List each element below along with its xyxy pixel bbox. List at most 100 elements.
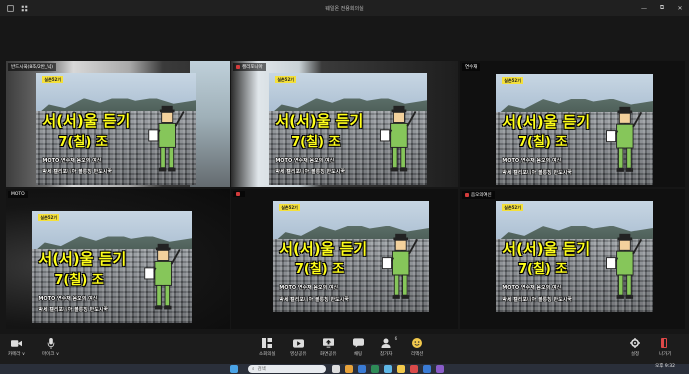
participant-tile-5[interactable]: 실촌52기 서(서)울 듣기 7(칠) 조 MOTO 연수재 음오의 여신 박세 캘리포… xyxy=(231,189,458,329)
reaction-icon xyxy=(411,337,423,349)
slide-names-line-2: 박세 캘리포니아 블롱칭 반도시꾹 xyxy=(38,307,109,314)
mic-off-icon xyxy=(465,193,469,197)
taskbar-search[interactable]: ⌕ 검색 xyxy=(248,365,326,373)
app-icon[interactable] xyxy=(410,365,418,373)
reaction-button[interactable]: 리액션 xyxy=(411,337,423,357)
leave-button[interactable]: 나가기 xyxy=(659,337,671,357)
slide-names-line-2: 박세 캘리포니아 블롱칭 반도시꾹 xyxy=(275,169,345,176)
slide-tag: 실촌52기 xyxy=(275,76,296,84)
app-icon[interactable] xyxy=(371,365,379,373)
slide-names-line-2: 박세 캘리포니아 블롱칭 반도시꾹 xyxy=(42,169,113,176)
tile-background-window xyxy=(190,61,230,187)
participants-count-badge: 6 xyxy=(394,336,398,341)
slide-subtitle: 7(칠) 조 xyxy=(58,134,108,150)
video-stage: 반드시꾹(8조/2반_닉) 실촌52기 서(서)울 듣기 7(칠) 조 MOTO 연수… xyxy=(0,16,689,334)
slide-title: 서(서)울 듣기 xyxy=(42,112,131,131)
taskbar-clock[interactable]: 오후 9:32 xyxy=(655,364,675,369)
participant-name: 반드시꾹(8조/2반_닉) xyxy=(8,63,56,71)
character-illustration xyxy=(382,233,419,299)
participant-name: 연수재 xyxy=(462,63,481,71)
character-illustration xyxy=(148,106,185,172)
app-icon[interactable] xyxy=(358,365,366,373)
slide-tag: 실촌52기 xyxy=(502,77,523,85)
shared-slide: 실촌52기서(서)울 듣기 7(칠) 조 MOTO 연수재 음오의 여신박세 캘리포… xyxy=(496,74,653,185)
settings-button[interactable]: 설정 xyxy=(629,337,641,357)
close-button[interactable]: ✕ xyxy=(671,0,689,16)
slide-tag: 실촌52기 xyxy=(502,204,523,212)
video-share-icon xyxy=(292,337,304,349)
screen-share-button[interactable]: 화면공유 xyxy=(320,337,337,357)
title-bar: 웨일온 전용회의실 — ⧉ ✕ xyxy=(0,0,689,16)
grid-icon[interactable] xyxy=(20,5,28,12)
app-icon[interactable] xyxy=(345,365,353,373)
slide-title: 서(서)울 듣기 xyxy=(279,240,368,259)
slide-names-line-2: 박세 캘리포니아 블롱칭 반도시꾹 xyxy=(502,296,572,303)
participant-tile-4[interactable]: MOTO 실촌52기서(서)울 듣기 7(칠) 조 MOTO 연수재 음오의 여신박… xyxy=(6,189,230,329)
participants-button[interactable]: 6 참가자 xyxy=(380,336,397,357)
leave-icon xyxy=(659,337,671,349)
participant-tile-2[interactable]: 캘리포니아 실촌52기서(서)울 듣기 7(칠) 조 MOTO 연수재 음오의 여신… xyxy=(231,61,458,187)
slide-tag: 실촌52기 xyxy=(38,214,59,222)
participant-name: MOTO xyxy=(8,191,28,198)
video-share-button[interactable]: 영상공유 xyxy=(290,337,307,357)
character-illustration xyxy=(379,106,417,172)
mic-off-icon xyxy=(236,192,240,196)
os-taskbar: ⌕ 검색 오후 9:32 xyxy=(0,364,689,374)
character-illustration xyxy=(605,233,643,299)
app-icon[interactable] xyxy=(436,365,444,373)
top-strip xyxy=(0,16,689,60)
slide-subtitle: 7(칠) 조 xyxy=(517,262,568,278)
slide-subtitle: 7(칠) 조 xyxy=(54,272,104,288)
app-icon[interactable] xyxy=(423,365,431,373)
chat-icon xyxy=(352,337,364,349)
shared-slide: 실촌52기서(서)울 듣기 7(칠) 조 MOTO 연수재 음오의 여신박세 캘리포… xyxy=(269,73,427,185)
maximize-button[interactable]: ⧉ xyxy=(653,0,671,16)
character-illustration xyxy=(605,106,643,172)
microphone-button[interactable]: 마이크 ∨ xyxy=(42,337,59,357)
shared-slide: 실촌52기서(서)울 듣기 7(칠) 조 MOTO 연수재 음오의 여신박세 캘리포… xyxy=(36,73,196,185)
shared-slide: 실촌52기서(서)울 듣기 7(칠) 조 MOTO 연수재 음오의 여신박세 캘리포… xyxy=(32,211,192,323)
slide-title: 서(서)울 듣기 xyxy=(502,113,591,132)
participant-tile-1[interactable]: 반드시꾹(8조/2반_닉) 실촌52기서(서)울 듣기 7(칠) 조 MOTO 연수… xyxy=(6,61,230,187)
slide-names-line-1: MOTO 연수재 음오의 여신 xyxy=(42,158,102,165)
participant-tile-6[interactable]: 음오의여신 실촌52기서(서)울 듣기 7(칠) 조 MOTO 연수재 음오의 여신… xyxy=(460,189,685,329)
meeting-toolbar: 카메라 ∨ 마이크 ∨ 소회의실 영상공유 화면공유 채팅 6 참가자 리액션 … xyxy=(0,334,689,364)
windows-start-icon[interactable] xyxy=(230,365,238,373)
slide-tag: 실촌52기 xyxy=(42,76,63,84)
minimize-button[interactable]: — xyxy=(635,0,653,16)
slide-tag: 실촌52기 xyxy=(279,204,300,212)
slide-subtitle: 7(칠) 조 xyxy=(291,134,341,150)
participant-name: 캘리포니아 xyxy=(233,63,266,71)
settings-icon xyxy=(629,337,641,349)
window-title: 웨일온 전용회의실 xyxy=(325,5,364,12)
app-icon[interactable] xyxy=(397,365,405,373)
breakout-rooms-button[interactable]: 소회의실 xyxy=(259,337,276,357)
slide-subtitle: 7(칠) 조 xyxy=(294,262,345,278)
mic-off-icon xyxy=(236,65,240,69)
slide-title: 서(서)울 듣기 xyxy=(502,240,591,259)
camera-button[interactable]: 카메라 ∨ xyxy=(8,337,25,357)
microphone-icon xyxy=(45,337,57,349)
screen-share-icon xyxy=(322,337,334,349)
slide-subtitle: 7(칠) 조 xyxy=(517,135,568,151)
slide-names-line-1: MOTO 연수재 음오의 여신 xyxy=(502,285,562,292)
slide-names-line-1: MOTO 연수재 음오의 여신 xyxy=(38,296,98,303)
slide-title: 서(서)울 듣기 xyxy=(275,112,364,131)
shared-slide: 실촌52기서(서)울 듣기 7(칠) 조 MOTO 연수재 음오의 여신박세 캘리포… xyxy=(496,201,653,312)
participants-icon: 6 xyxy=(380,336,397,349)
participant-tile-3[interactable]: 연수재 실촌52기서(서)울 듣기 7(칠) 조 MOTO 연수재 음오의 여신박세… xyxy=(460,61,685,187)
camera-icon xyxy=(11,337,23,349)
chat-button[interactable]: 채팅 xyxy=(352,337,364,357)
slide-names-line-1: MOTO 연수재 음오의 여신 xyxy=(502,158,562,165)
home-icon[interactable] xyxy=(6,4,14,12)
slide-title: 서(서)울 듣기 xyxy=(38,250,127,269)
slide-names-line-1: MOTO 연수재 음오의 여신 xyxy=(275,158,335,165)
breakout-rooms-icon xyxy=(261,337,273,349)
character-illustration xyxy=(144,244,181,310)
slide-names-line-2: 박세 캘리포니아 블롱칭 반도시꾹 xyxy=(502,169,572,176)
app-icon[interactable] xyxy=(384,365,392,373)
search-icon: ⌕ xyxy=(252,367,255,372)
participant-name: 음오의여신 xyxy=(462,191,495,199)
taskview-icon[interactable] xyxy=(332,365,340,373)
shared-slide: 실촌52기 서(서)울 듣기 7(칠) 조 MOTO 연수재 음오의 여신 박세 캘리포… xyxy=(273,201,429,312)
